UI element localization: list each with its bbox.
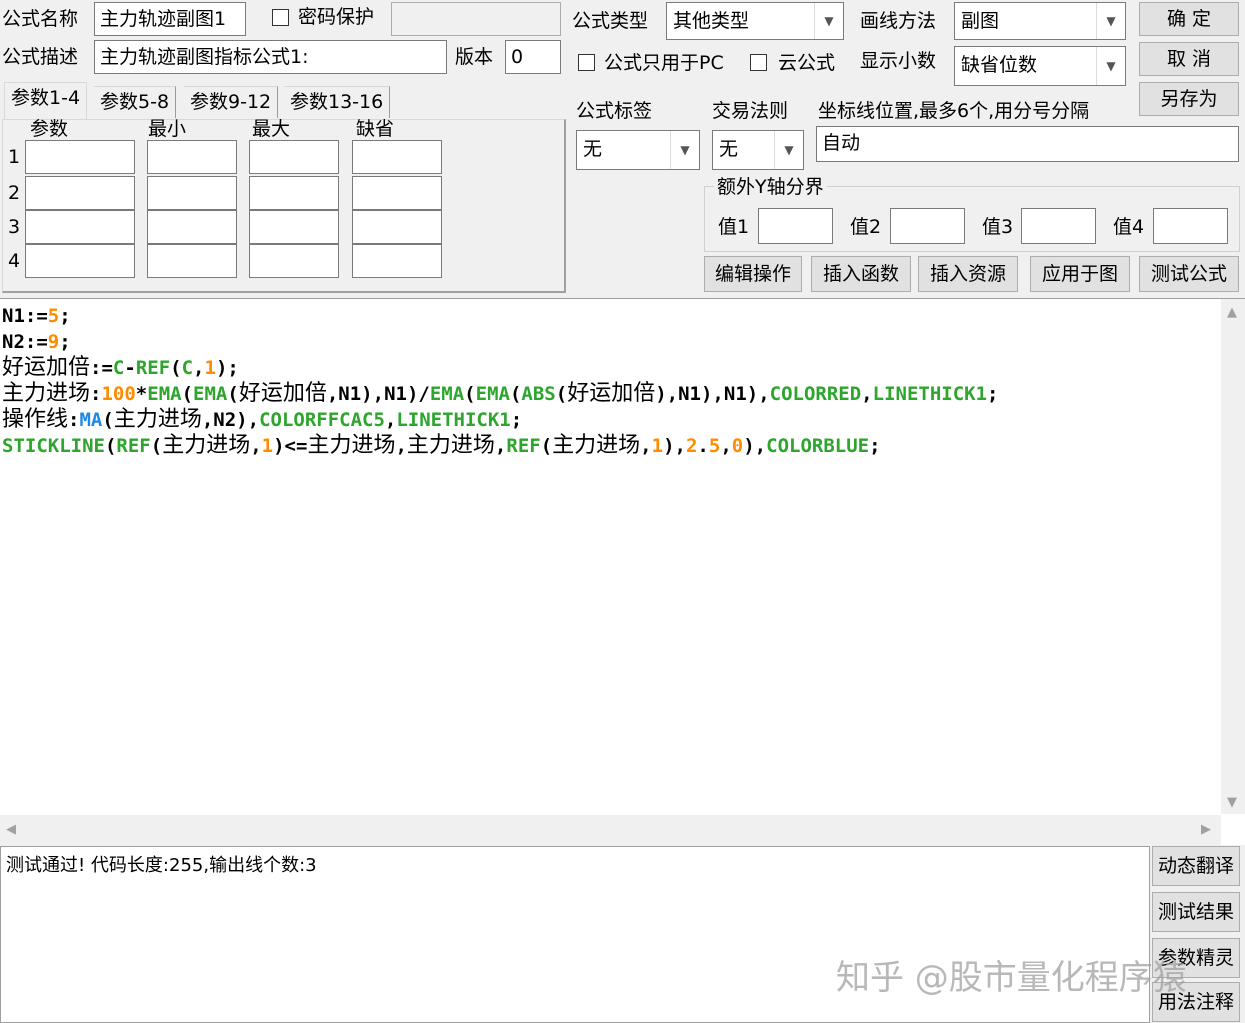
chevron-down-icon: ▼ (814, 3, 843, 39)
param-row-number: 2 (8, 182, 21, 204)
formula-name-input[interactable]: 主力轨迹副图1 (94, 2, 246, 36)
cloud-formula-checkbox[interactable] (750, 54, 767, 71)
param-4-name-input[interactable] (25, 244, 135, 278)
param-2-name-input[interactable] (25, 176, 135, 210)
coord-line-input[interactable]: 自动 (816, 126, 1239, 162)
trade-rule-label: 交易法则 (712, 100, 789, 122)
ok-button[interactable]: 确 定 (1139, 2, 1239, 36)
draw-method-select[interactable]: 副图 ▼ (954, 2, 1126, 40)
pc-only-checkbox[interactable] (578, 54, 595, 71)
chevron-down-icon: ▼ (1096, 47, 1125, 85)
tab-params-9-12[interactable]: 参数9-12 (184, 86, 279, 118)
code-line: N2:=9; (2, 331, 71, 353)
param-header-max: 最大 (252, 118, 291, 140)
param-3-default-input[interactable] (352, 210, 442, 244)
cancel-button[interactable]: 取 消 (1139, 42, 1239, 76)
coord-line-label: 坐标线位置,最多6个,用分号分隔 (818, 100, 1090, 122)
insert-resource-button[interactable]: 插入资源 (918, 256, 1018, 292)
param-row-number: 4 (8, 250, 21, 272)
param-3-max-input[interactable] (249, 210, 339, 244)
insert-function-button[interactable]: 插入函数 (811, 256, 911, 292)
vertical-scrollbar[interactable]: ▲ ▼ (1221, 299, 1245, 814)
trade-rule-select[interactable]: 无 ▼ (712, 130, 804, 170)
formula-tag-select[interactable]: 无 ▼ (576, 130, 700, 170)
scroll-down-icon[interactable]: ▼ (1227, 795, 1237, 810)
test-formula-button[interactable]: 测试公式 (1139, 256, 1239, 292)
value1-label: 值1 (718, 216, 750, 238)
param-4-min-input[interactable] (147, 244, 237, 278)
param-1-max-input[interactable] (249, 140, 339, 174)
formula-tag-label: 公式标签 (576, 100, 653, 122)
pc-only-label: 公式只用于PC (604, 52, 724, 74)
test-result-button[interactable]: 测试结果 (1152, 892, 1240, 932)
value2-input[interactable] (890, 208, 965, 244)
formula-tag-value: 无 (583, 138, 603, 160)
draw-method-value: 副图 (961, 10, 1000, 32)
code-line: N1:=5; (2, 305, 71, 327)
edit-ops-button[interactable]: 编辑操作 (704, 256, 802, 292)
code-editor[interactable]: N1:=5; N2:=9; 好运加倍:=C-REF(C,1); 主力进场:100… (0, 298, 1245, 845)
param-4-max-input[interactable] (249, 244, 339, 278)
code-line: STICKLINE(REF(主力进场,1)<=主力进场,主力进场,REF(主力进… (2, 433, 881, 458)
tab-params-5-8[interactable]: 参数5-8 (94, 86, 177, 118)
code-line: 好运加倍:=C-REF(C,1); (2, 355, 239, 380)
horizontal-scrollbar[interactable]: ◀ ▶ (0, 815, 1221, 845)
param-3-min-input[interactable] (147, 210, 237, 244)
password-label: 密码保护 (298, 6, 375, 28)
param-2-min-input[interactable] (147, 176, 237, 210)
value4-input[interactable] (1153, 208, 1228, 244)
decimal-select[interactable]: 缺省位数 ▼ (954, 46, 1126, 86)
formula-type-select[interactable]: 其他类型 ▼ (666, 2, 844, 40)
param-4-default-input[interactable] (352, 244, 442, 278)
tab-params-13-16[interactable]: 参数13-16 (284, 86, 391, 118)
value3-input[interactable] (1021, 208, 1096, 244)
draw-method-label: 画线方法 (860, 10, 937, 32)
password-input[interactable] (391, 2, 561, 36)
code-line: 主力进场:100*EMA(EMA(好运加倍,N1),N1)/EMA(EMA(AB… (2, 381, 999, 406)
param-header-default: 缺省 (356, 118, 395, 140)
chevron-down-icon: ▼ (1096, 3, 1125, 39)
formula-name-label: 公式名称 (2, 8, 79, 30)
param-header-min: 最小 (148, 118, 187, 140)
param-3-name-input[interactable] (25, 210, 135, 244)
scroll-right-icon[interactable]: ▶ (1201, 822, 1211, 837)
value1-input[interactable] (758, 208, 833, 244)
scroll-up-icon[interactable]: ▲ (1227, 305, 1237, 320)
decimal-value: 缺省位数 (961, 54, 1038, 76)
version-label: 版本 (455, 46, 494, 68)
chevron-down-icon: ▼ (670, 131, 699, 169)
formula-desc-label: 公式描述 (2, 46, 79, 68)
value4-label: 值4 (1113, 216, 1145, 238)
watermark: 知乎 @股市量化程序猿 (836, 958, 1187, 998)
tab-params-1-4[interactable]: 参数1-4 (4, 82, 88, 120)
value2-label: 值2 (850, 216, 882, 238)
decimal-label: 显示小数 (860, 50, 937, 72)
y-axis-group-title: 额外Y轴分界 (714, 174, 827, 200)
trade-rule-value: 无 (719, 138, 739, 160)
code-line: 操作线:MA(主力进场,N2),COLORFFCAC5,LINETHICK1; (2, 407, 523, 432)
cloud-formula-label: 云公式 (778, 52, 836, 74)
save-as-button[interactable]: 另存为 (1139, 82, 1239, 116)
param-1-default-input[interactable] (352, 140, 442, 174)
code-text: N1:=5; N2:=9; 好运加倍:=C-REF(C,1); 主力进场:100… (2, 303, 998, 459)
formula-desc-input[interactable]: 主力轨迹副图指标公式1: (94, 40, 447, 74)
param-row-number: 1 (8, 146, 21, 168)
formula-type-label: 公式类型 (572, 10, 649, 32)
param-2-max-input[interactable] (249, 176, 339, 210)
param-2-default-input[interactable] (352, 176, 442, 210)
test-result-text: 测试通过! 代码长度:255,输出线个数:3 (6, 855, 317, 876)
param-row-number: 3 (8, 216, 21, 238)
version-input[interactable]: 0 (505, 40, 561, 74)
password-checkbox[interactable] (272, 9, 289, 26)
chevron-down-icon: ▼ (774, 131, 803, 169)
param-1-min-input[interactable] (147, 140, 237, 174)
scroll-left-icon[interactable]: ◀ (6, 822, 16, 837)
dynamic-translate-button[interactable]: 动态翻译 (1152, 846, 1240, 886)
param-header-name: 参数 (30, 118, 69, 140)
formula-type-value: 其他类型 (673, 10, 750, 32)
apply-to-chart-button[interactable]: 应用于图 (1030, 256, 1130, 292)
param-1-name-input[interactable] (25, 140, 135, 174)
value3-label: 值3 (982, 216, 1014, 238)
